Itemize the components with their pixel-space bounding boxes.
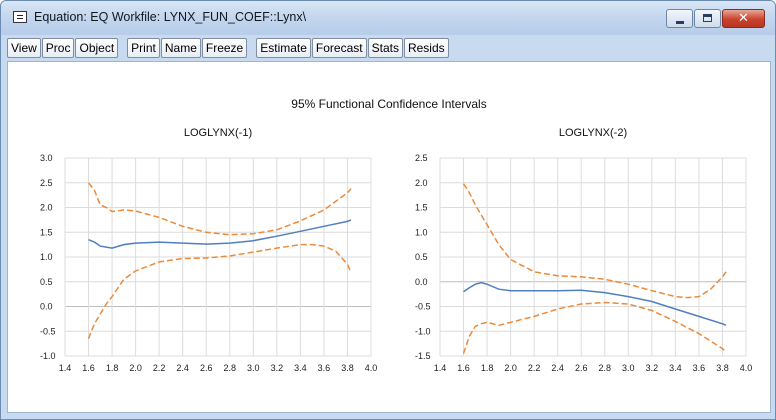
- x-tick-label: 2.2: [528, 363, 541, 373]
- figure-title: 95% Functional Confidence Intervals: [291, 97, 486, 111]
- x-tick-label: 2.8: [224, 363, 237, 373]
- chart-loglynx-1: LOGLYNX(-1) 3.0 2.5 2.0 1.5 1.0 0.5 0.0 -0.5 -1.0…: [40, 127, 377, 373]
- y-tick-label: 0.0: [40, 302, 53, 312]
- y-tick-label: 1.5: [415, 203, 428, 213]
- x-tick-label: 2.4: [176, 363, 189, 373]
- toolbar: View Proc Object Print Name Freeze Estim…: [7, 37, 769, 59]
- x-tick-label: 2.8: [599, 363, 612, 373]
- x-tick-label: 1.6: [82, 363, 95, 373]
- x-tick-label: 2.6: [200, 363, 213, 373]
- x-tick-label: 2.0: [129, 363, 142, 373]
- lower-line: [462, 301, 727, 354]
- y-tick-label: 1.0: [40, 252, 53, 262]
- maximize-icon: [703, 14, 712, 22]
- x-tick-label: 1.8: [481, 363, 494, 373]
- x-tick-label: 3.6: [318, 363, 331, 373]
- lower-line: [87, 243, 352, 339]
- x-tick-label: 2.4: [551, 363, 564, 373]
- window-controls: ✕: [665, 9, 765, 29]
- x-tick-label: 2.2: [153, 363, 166, 373]
- object-button[interactable]: Object: [75, 38, 119, 58]
- y-tick-label: 2.0: [40, 203, 53, 213]
- x-tick-label: 4.0: [740, 363, 753, 373]
- x-tick-label: 3.4: [669, 363, 682, 373]
- estimate-line: [463, 281, 727, 326]
- x-tick-label: 1.4: [59, 363, 72, 373]
- y-tick-label: 0.0: [415, 277, 428, 287]
- x-tick-label: 2.6: [575, 363, 588, 373]
- x-tick-label: 3.6: [693, 363, 706, 373]
- y-tick-label: 1.0: [415, 227, 428, 237]
- upper-line: [462, 183, 727, 299]
- x-tick-label: 2.0: [504, 363, 517, 373]
- minimize-button[interactable]: [666, 9, 693, 28]
- x-tick-label: 3.8: [716, 363, 729, 373]
- x-tick-label: 1.6: [457, 363, 470, 373]
- y-tick-label: 1.5: [40, 227, 53, 237]
- y-tick-label: -1.5: [415, 351, 431, 361]
- x-tick-label: 3.0: [622, 363, 635, 373]
- freeze-button[interactable]: Freeze: [201, 38, 248, 58]
- proc-button[interactable]: Proc: [41, 38, 75, 58]
- x-tick-label: 4.0: [365, 363, 378, 373]
- minimize-icon: [676, 21, 684, 24]
- window-menu-icon[interactable]: [13, 11, 27, 23]
- resids-button[interactable]: Resids: [403, 38, 449, 58]
- window-title: Equation: EQ Workfile: LYNX_FUN_COEF::Ly…: [34, 10, 307, 24]
- view-button[interactable]: View: [7, 38, 41, 58]
- chart-title: LOGLYNX(-1): [184, 127, 252, 139]
- y-tick-label: -0.5: [40, 326, 56, 336]
- x-tick-label: 1.4: [434, 363, 447, 373]
- x-tick-label: 3.0: [247, 363, 260, 373]
- y-tick-label: 2.5: [40, 178, 53, 188]
- graph-view: 95% Functional Confidence Intervals LOGL…: [7, 61, 771, 413]
- y-tick-label: 2.0: [415, 178, 428, 188]
- close-icon: ✕: [738, 11, 749, 26]
- maximize-button[interactable]: [694, 9, 721, 28]
- confidence-interval-figure: 95% Functional Confidence Intervals LOGL…: [40, 97, 752, 373]
- forecast-button[interactable]: Forecast: [311, 38, 367, 58]
- chart-loglynx-2: LOGLYNX(-2) 2.5 2.0 1.5 1.0 0.5 0.0 -0.5 -1.0 -1.…: [415, 127, 752, 373]
- x-tick-label: 3.2: [646, 363, 659, 373]
- x-tick-label: 3.4: [294, 363, 307, 373]
- y-tick-label: -0.5: [415, 302, 431, 312]
- chart-title: LOGLYNX(-2): [559, 127, 627, 139]
- title-bar[interactable]: Equation: EQ Workfile: LYNX_FUN_COEF::Ly…: [1, 1, 775, 35]
- y-tick-label: 0.5: [40, 277, 53, 287]
- x-tick-label: 3.8: [341, 363, 354, 373]
- name-button[interactable]: Name: [160, 38, 201, 58]
- upper-line: [87, 182, 352, 236]
- print-button[interactable]: Print: [127, 38, 160, 58]
- estimate-button[interactable]: Estimate: [256, 38, 311, 58]
- close-button[interactable]: ✕: [722, 9, 765, 28]
- y-tick-label: -1.0: [40, 351, 56, 361]
- equation-window: Equation: EQ Workfile: LYNX_FUN_COEF::Ly…: [0, 0, 776, 420]
- y-tick-label: 2.5: [415, 153, 428, 163]
- stats-button[interactable]: Stats: [367, 38, 403, 58]
- y-tick-label: 3.0: [40, 153, 53, 163]
- x-tick-label: 1.8: [106, 363, 119, 373]
- y-tick-label: 0.5: [415, 252, 428, 262]
- y-tick-label: -1.0: [415, 326, 431, 336]
- x-tick-label: 3.2: [271, 363, 284, 373]
